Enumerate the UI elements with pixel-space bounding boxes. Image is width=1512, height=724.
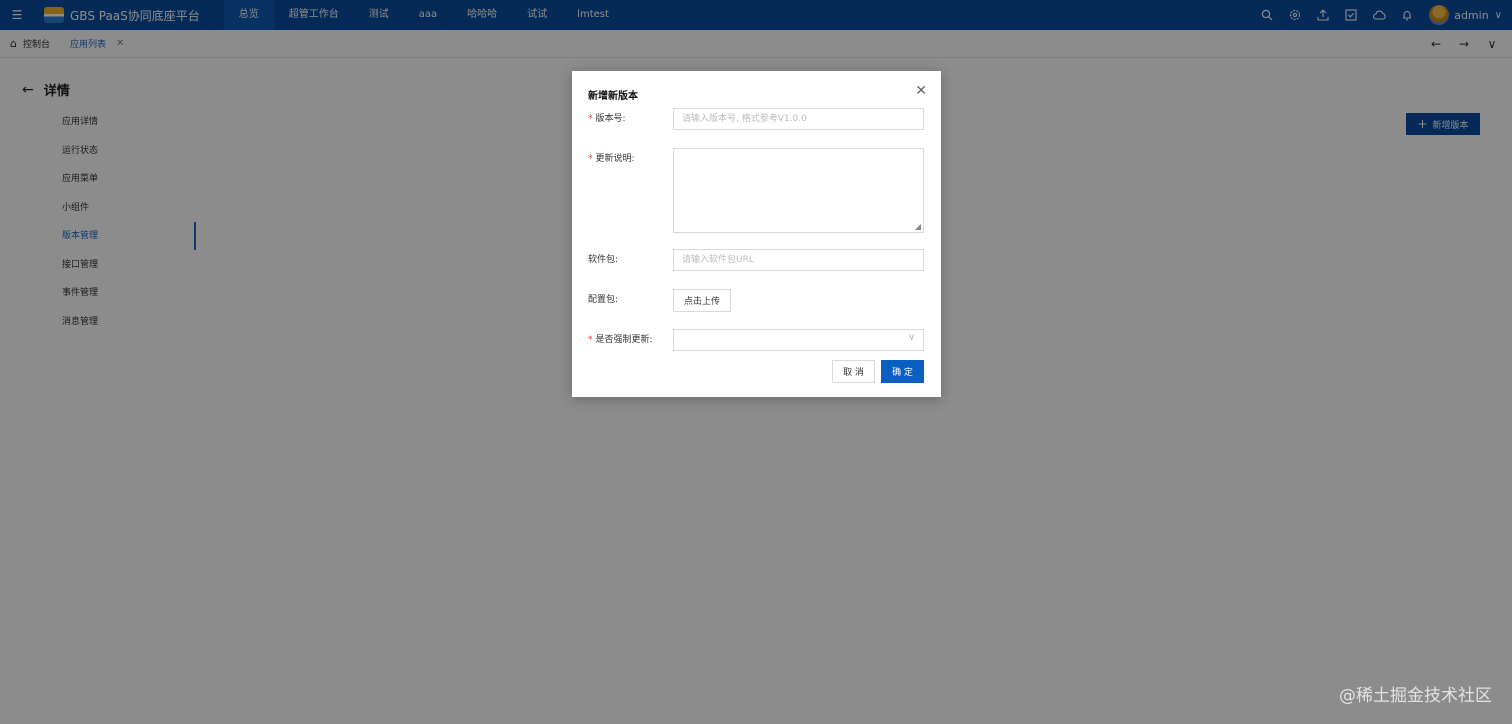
config-label: 配置包:	[588, 295, 619, 305]
required-mark: *	[588, 335, 593, 345]
add-version-modal: 新增新版本 ✕ * 版本号: 请输入版本号, 格式参考V1.0.0 * 更新说明: …	[572, 71, 941, 397]
package-label: 软件包:	[588, 255, 619, 265]
watermark: @稀土掘金技术社区	[1339, 686, 1492, 706]
required-mark: *	[588, 154, 593, 164]
confirm-button[interactable]: 确 定	[881, 360, 924, 383]
update-desc-row: * 更新说明: ◢	[588, 148, 924, 233]
force-update-select[interactable]: ∨	[673, 329, 924, 351]
version-input[interactable]: 请输入版本号, 格式参考V1.0.0	[673, 108, 924, 130]
package-row: 软件包: 请输入软件包URL	[588, 249, 924, 271]
chevron-down-icon: ∨	[908, 333, 915, 343]
config-row: 配置包: 点击上传	[588, 289, 731, 312]
modal-title: 新增新版本	[588, 91, 638, 102]
cancel-button[interactable]: 取 消	[832, 360, 875, 383]
force-update-row: * 是否强制更新: ∨	[588, 329, 924, 351]
required-mark: *	[588, 114, 593, 124]
package-url-input[interactable]: 请输入软件包URL	[673, 249, 924, 271]
update-desc-textarea[interactable]: ◢	[673, 148, 924, 233]
update-desc-label: * 更新说明:	[588, 154, 635, 164]
version-row: * 版本号: 请输入版本号, 格式参考V1.0.0	[588, 108, 924, 130]
close-icon[interactable]: ✕	[915, 83, 927, 99]
resize-grip-icon[interactable]: ◢	[915, 222, 921, 231]
upload-button[interactable]: 点击上传	[673, 289, 731, 312]
version-label: * 版本号:	[588, 114, 626, 124]
force-update-label: * 是否强制更新:	[588, 335, 653, 345]
